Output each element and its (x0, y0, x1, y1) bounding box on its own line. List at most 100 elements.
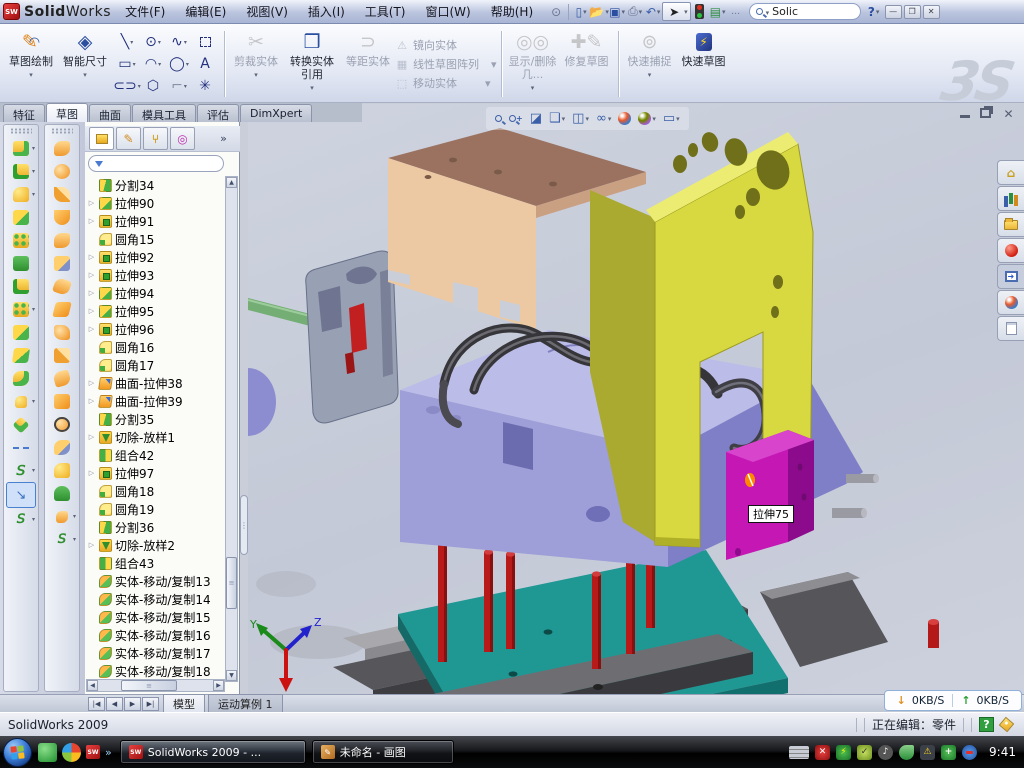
surface-delete-face-icon[interactable] (49, 413, 75, 436)
spiral-icon[interactable]: 𝘚▾ (49, 528, 75, 551)
tree-filter-input[interactable] (88, 155, 224, 172)
move-entities-button[interactable]: ⬚移动实体▾ (395, 75, 497, 91)
input-method-keyboard-icon[interactable] (789, 746, 809, 759)
quick-launch-overflow-icon[interactable]: » (105, 746, 112, 759)
trim-entities-button[interactable]: ✂ 剪裁实体▾ (229, 27, 283, 101)
view-palette-icon[interactable] (997, 264, 1024, 289)
tree-item[interactable]: 实体-移动/复制13 (87, 572, 225, 590)
offset-entities-button[interactable]: ⊃ 等距实体 (341, 27, 395, 101)
extruded-cut-icon[interactable] (8, 252, 34, 275)
reference-plane-icon[interactable] (8, 413, 34, 436)
window-restore-button[interactable]: ❐ (904, 5, 921, 19)
panel-tabs-overflow-icon[interactable]: » (211, 127, 236, 150)
custom-properties-icon[interactable] (997, 316, 1024, 341)
tree-item[interactable]: ▷拉伸93 (87, 266, 225, 284)
tray-security-alert-icon[interactable]: ✕ (815, 745, 830, 760)
tray-volume-icon[interactable]: ♪ (878, 745, 893, 760)
zoom-fit-icon[interactable] (495, 115, 502, 122)
menu-window[interactable]: 窗口(W) (426, 3, 471, 20)
tree-horizontal-scrollbar[interactable]: ◀ ≡ ▶ (86, 679, 225, 692)
reference-point-icon[interactable]: ▾ (8, 390, 34, 413)
instant3d-active-icon[interactable]: ↘ (6, 482, 36, 508)
feature-manager-tab-icon[interactable] (89, 127, 114, 150)
menu-help[interactable]: 帮助(H) (491, 3, 533, 20)
tree-item[interactable]: ▷拉伸96 (87, 320, 225, 338)
circle-tool[interactable]: ⊙▾ (140, 31, 166, 53)
surface-offset-icon[interactable] (49, 252, 75, 275)
dome-icon[interactable] (49, 482, 75, 505)
linear-pattern-icon[interactable]: ▾ (8, 298, 34, 321)
last-tab-button[interactable]: ▶| (142, 697, 159, 711)
tree-item[interactable]: 圆角15 (87, 230, 225, 248)
prev-tab-button[interactable]: ◀ (106, 697, 123, 711)
file-explorer-icon[interactable] (997, 212, 1024, 237)
lofted-boss-icon[interactable] (8, 229, 34, 252)
curve-tool-icon[interactable]: 𝘚▾ (8, 508, 34, 531)
quick-launch-browser-icon[interactable] (62, 743, 81, 762)
sketch-text-tool[interactable]: A (192, 53, 218, 75)
tab-mold-tools[interactable]: 模具工具 (132, 104, 196, 122)
arc-tool[interactable]: ◠▾ (140, 53, 166, 75)
taskbar-app-solidworks[interactable]: SW SolidWorks 2009 - ... (120, 740, 306, 764)
surface-planar-icon[interactable] (49, 298, 75, 321)
sketch-fillet-tool[interactable]: ⌐▾ (166, 75, 192, 97)
tray-messenger-icon[interactable] (899, 745, 914, 760)
surface-radiate-icon[interactable] (49, 275, 75, 298)
pin-icon[interactable]: ⊙ (547, 3, 565, 20)
taskbar-clock[interactable]: 9:41 (989, 745, 1016, 759)
dimxpert-manager-tab-icon[interactable]: ◎ (170, 127, 195, 150)
tree-item[interactable]: ▷拉伸95 (87, 302, 225, 320)
menu-tools[interactable]: 工具(T) (365, 3, 406, 20)
select-tool-button[interactable]: ➤ (662, 2, 691, 21)
mirror-entities-button[interactable]: ⚠镜向实体 (395, 37, 497, 53)
resources-home-icon[interactable]: ⌂ (997, 160, 1024, 185)
menu-view[interactable]: 视图(V) (246, 3, 288, 20)
tree-item[interactable]: ▷拉伸91 (87, 212, 225, 230)
surface-fill-icon[interactable] (49, 344, 75, 367)
spline-tool[interactable]: ∿▾ (166, 31, 192, 53)
selection-box-tool[interactable] (192, 31, 218, 53)
tree-item[interactable]: 分割36 (87, 518, 225, 536)
surface-knit-icon[interactable] (49, 321, 75, 344)
linear-pattern-button[interactable]: ▦线性草图阵列▾ (395, 56, 497, 72)
apply-scene-icon[interactable] (638, 112, 656, 125)
quick-launch-antivirus-icon[interactable] (38, 743, 57, 762)
options-button[interactable]: ▤ (709, 3, 727, 20)
tag-icon[interactable] (999, 717, 1014, 732)
tree-item[interactable]: ▷拉伸92 (87, 248, 225, 266)
menu-insert[interactable]: 插入(I) (308, 3, 345, 20)
surface-trim-icon[interactable] (49, 367, 75, 390)
tab-evaluate[interactable]: 评估 (197, 104, 239, 122)
tree-item[interactable]: 圆角19 (87, 500, 225, 518)
appearances-icon[interactable] (997, 290, 1024, 315)
panel-splitter-grip[interactable]: ⋮ (240, 495, 248, 555)
toolbox-icon[interactable] (997, 238, 1024, 263)
surface-loft-icon[interactable] (49, 206, 75, 229)
taskbar-app-paint[interactable]: ✎ 未命名 - 画图 (312, 740, 454, 764)
tab-dimxpert[interactable]: DimXpert (240, 104, 312, 122)
rapid-sketch-button[interactable]: ⚡ 快速草图 (677, 27, 731, 101)
point-tool[interactable]: ✳ (192, 75, 218, 97)
first-tab-button[interactable]: |◀ (88, 697, 105, 711)
tree-item[interactable]: 实体-移动/复制17 (87, 644, 225, 662)
repair-sketch-button[interactable]: ✚✎ 修复草图 (560, 27, 614, 101)
start-button[interactable] (3, 738, 32, 767)
helix-icon[interactable]: 𝘚▾ (8, 459, 34, 482)
window-minimize-button[interactable]: — (885, 5, 902, 19)
fillet-icon[interactable]: ▾ (8, 183, 34, 206)
help-button[interactable]: ? (865, 3, 883, 20)
tray-antivirus-icon[interactable]: ⚡ (836, 745, 851, 760)
freeform-point-icon[interactable]: ▾ (49, 505, 75, 528)
smart-dimension-button[interactable]: ◈ 智能尺寸▾ (58, 27, 112, 101)
surface-boundary-icon[interactable] (49, 229, 75, 252)
rebuild-traffic-light-icon[interactable] (691, 3, 709, 20)
quick-snaps-button[interactable]: ⊚ 快速捕捉▾ (623, 27, 677, 101)
new-document-button[interactable]: ▯ (572, 3, 590, 20)
ellipse-tool[interactable]: ◯▾ (166, 53, 192, 75)
tree-item[interactable]: ▷拉伸94 (87, 284, 225, 302)
doc-restore-button[interactable] (980, 108, 991, 118)
tree-item[interactable]: 分割34 (87, 176, 225, 194)
surface-revolve-icon[interactable] (49, 160, 75, 183)
tree-item[interactable]: ▷拉伸90 (87, 194, 225, 212)
convert-entities-button[interactable]: ❒ 转换实体引用▾ (283, 27, 341, 101)
